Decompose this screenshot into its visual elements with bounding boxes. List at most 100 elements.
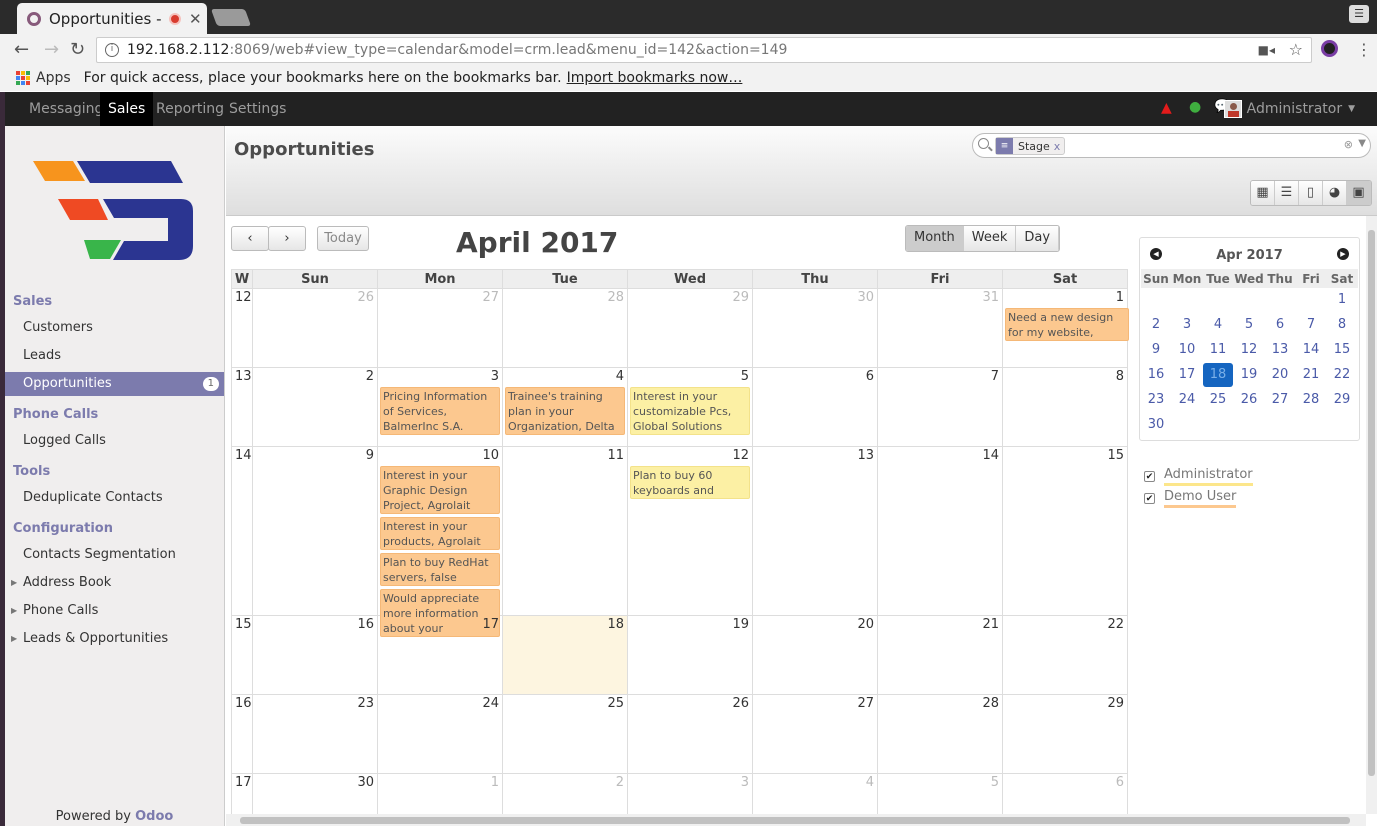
mini-day[interactable]: 25	[1203, 388, 1233, 412]
day-cell[interactable]: 3	[628, 774, 753, 814]
day-cell[interactable]: 6	[753, 368, 878, 447]
day-cell[interactable]: 8	[1003, 368, 1128, 447]
day-button[interactable]: Day	[1016, 226, 1060, 251]
calendar-event[interactable]: Need a new design for my website, Global…	[1005, 308, 1129, 341]
microphone-icon[interactable]: ●	[1189, 99, 1201, 115]
calendar-view-icon[interactable]: ▣	[1347, 181, 1371, 205]
day-cell[interactable]: 28	[503, 289, 628, 368]
day-cell[interactable]: 15	[1003, 447, 1128, 616]
filter-administrator[interactable]: ✔ Administrator	[1144, 466, 1253, 486]
day-cell[interactable]: 1	[378, 774, 503, 814]
mini-day[interactable]: 7	[1296, 313, 1326, 337]
nav-reporting[interactable]: Reporting	[148, 92, 232, 126]
sidebar-item-leads[interactable]: Leads	[5, 344, 224, 368]
week-button[interactable]: Week	[963, 226, 1017, 251]
url-field[interactable]: i 192.168.2.112:8069/web#view_type=calen…	[96, 37, 1312, 63]
sidebar-item-leads-opportunities[interactable]: ▶ Leads & Opportunities	[5, 627, 224, 651]
nav-settings[interactable]: Settings	[221, 92, 294, 126]
day-cell[interactable]: 21	[878, 616, 1003, 695]
day-cell[interactable]: 19	[628, 616, 753, 695]
apps-grid-icon[interactable]	[16, 70, 30, 85]
mini-day[interactable]: 11	[1203, 338, 1233, 362]
day-cell[interactable]: 4	[753, 774, 878, 814]
back-icon[interactable]: ←	[14, 39, 29, 60]
prev-button[interactable]: ‹	[231, 226, 269, 251]
info-icon[interactable]: i	[105, 43, 119, 57]
mini-day[interactable]: 14	[1296, 338, 1326, 362]
search-options-icon[interactable]: ▼	[1358, 138, 1366, 149]
day-cell[interactable]: 10 Interest in your Graphic Design Projec…	[378, 447, 503, 637]
new-tab-button[interactable]	[210, 9, 252, 26]
scroll-thumb[interactable]	[1368, 230, 1375, 776]
mini-day[interactable]: 3	[1172, 313, 1202, 337]
day-cell[interactable]: 6	[1003, 774, 1128, 814]
day-cell[interactable]: 3 Pricing Information of Services, Balmer…	[378, 368, 503, 447]
day-cell[interactable]: 26	[628, 695, 753, 774]
day-cell[interactable]: 27	[753, 695, 878, 774]
mini-day[interactable]: 23	[1141, 388, 1171, 412]
user-menu[interactable]: Administrator ▼	[1223, 92, 1355, 126]
vertical-scrollbar[interactable]	[1366, 216, 1377, 814]
facet-remove-icon[interactable]: x	[1054, 140, 1061, 153]
mini-day[interactable]: 5	[1234, 313, 1264, 337]
checkbox-checked-icon[interactable]: ✔	[1144, 492, 1155, 504]
sidebar-item-deduplicate-contacts[interactable]: Deduplicate Contacts	[5, 486, 224, 510]
day-cell[interactable]: 1 Need a new design for my website, Globa…	[1003, 289, 1129, 368]
mini-day[interactable]: 21	[1296, 363, 1326, 387]
clear-search-icon[interactable]: ⊗	[1344, 138, 1353, 151]
day-cell[interactable]: 12 Plan to buy 60 keyboards and mouses, f…	[628, 447, 753, 616]
mini-day[interactable]: 27	[1265, 388, 1295, 412]
month-button[interactable]: Month	[906, 226, 964, 251]
mini-next-icon[interactable]: ▶	[1337, 248, 1349, 260]
day-cell[interactable]: 9	[253, 447, 378, 616]
checkbox-checked-icon[interactable]: ✔	[1144, 470, 1155, 482]
window-menu-icon[interactable]: ☰	[1349, 5, 1369, 23]
mini-day[interactable]: 30	[1141, 413, 1171, 437]
scroll-thumb[interactable]	[240, 817, 1350, 824]
sidebar-item-customers[interactable]: Customers	[5, 316, 224, 340]
sidebar-item-opportunities[interactable]: Opportunities 1	[5, 372, 224, 396]
today-button[interactable]: Today	[317, 226, 369, 251]
bookmark-star-icon[interactable]: ☆	[1289, 40, 1303, 59]
day-cell[interactable]: 16	[253, 616, 378, 695]
day-cell[interactable]: 30	[253, 774, 378, 814]
day-cell[interactable]: 7	[878, 368, 1003, 447]
day-cell[interactable]: 11	[503, 447, 628, 616]
calendar-event[interactable]: Interest in your products, Agrolait	[380, 517, 500, 550]
day-cell[interactable]: 29	[628, 289, 753, 368]
calendar-event[interactable]: Interest in your Graphic Design Project,…	[380, 466, 500, 514]
sidebar-item-address-book[interactable]: ▶ Address Book	[5, 571, 224, 595]
mini-day[interactable]: 20	[1265, 363, 1295, 387]
camera-icon[interactable]: ■◂	[1258, 43, 1275, 57]
calendar-event[interactable]: Plan to buy 60 keyboards and mouses, fal…	[630, 466, 750, 499]
next-button[interactable]: ›	[268, 226, 306, 251]
day-cell[interactable]: 26	[253, 289, 378, 368]
mini-day[interactable]: 9	[1141, 338, 1171, 362]
mini-day[interactable]: 13	[1265, 338, 1295, 362]
apps-link[interactable]: Apps	[36, 70, 71, 86]
mini-day[interactable]: 2	[1141, 313, 1171, 337]
day-cell[interactable]: 5	[878, 774, 1003, 814]
day-cell[interactable]: 29	[1003, 695, 1128, 774]
extension-icon[interactable]	[1321, 40, 1338, 57]
day-cell[interactable]: 30	[753, 289, 878, 368]
mini-day[interactable]: 6	[1265, 313, 1295, 337]
mini-day[interactable]: 28	[1296, 388, 1326, 412]
day-cell[interactable]: 23	[253, 695, 378, 774]
sidebar-item-contacts-segmentation[interactable]: Contacts Segmentation	[5, 543, 224, 567]
day-cell[interactable]: 24	[378, 695, 503, 774]
browser-tab[interactable]: Opportunities - O ✕	[17, 3, 207, 34]
day-cell[interactable]: 31	[878, 289, 1003, 368]
import-bookmarks-link[interactable]: Import bookmarks now…	[567, 70, 743, 86]
day-cell[interactable]: 13	[753, 447, 878, 616]
mini-day[interactable]: 26	[1234, 388, 1264, 412]
filter-demo-user[interactable]: ✔ Demo User	[1144, 488, 1237, 508]
day-cell[interactable]: 27	[378, 289, 503, 368]
day-cell[interactable]: 5 Interest in your customizable Pcs, Glob…	[628, 368, 753, 447]
sidebar-item-logged-calls[interactable]: Logged Calls	[5, 429, 224, 453]
mini-day[interactable]: 22	[1327, 363, 1357, 387]
calendar-event[interactable]: Plan to buy RedHat servers, false	[380, 553, 500, 586]
horizontal-scrollbar[interactable]	[226, 814, 1366, 826]
mini-day[interactable]: 15	[1327, 338, 1357, 362]
day-cell[interactable]: 25	[503, 695, 628, 774]
